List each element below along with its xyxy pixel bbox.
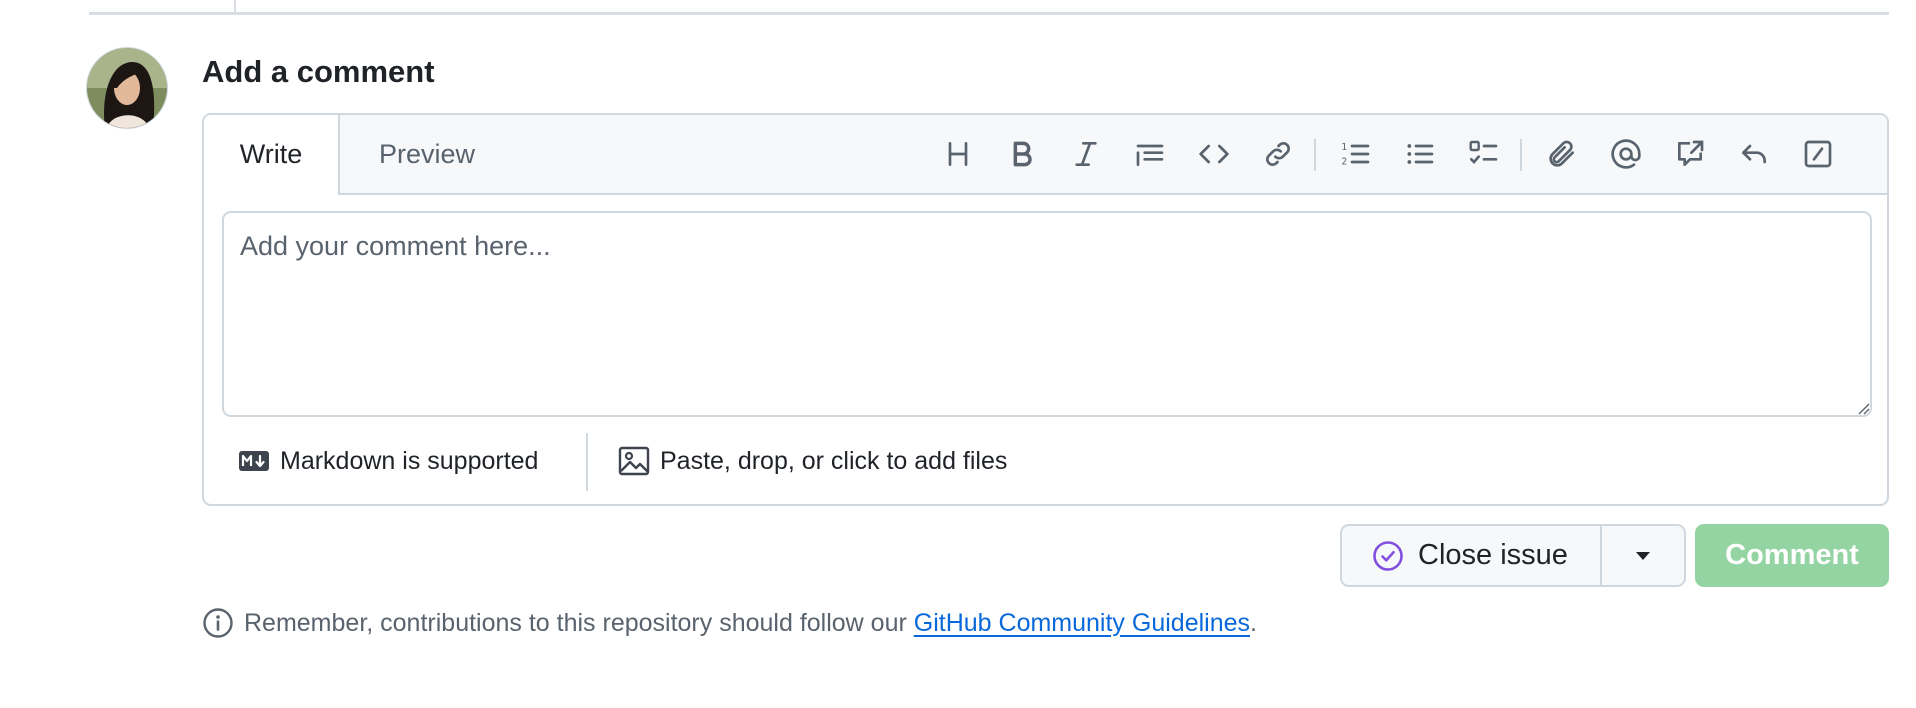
quote-icon <box>1136 144 1164 166</box>
list-ordered-icon: 12 <box>1341 142 1370 168</box>
svg-text:1: 1 <box>1341 142 1347 153</box>
info-icon <box>203 608 233 638</box>
markdown-supported-link[interactable]: Markdown is supported <box>238 441 538 481</box>
heading-button[interactable] <box>940 136 976 172</box>
add-files-label: Paste, drop, or click to add files <box>660 446 1008 475</box>
close-issue-label: Close issue <box>1418 539 1568 571</box>
tab-preview[interactable]: Preview <box>340 115 514 193</box>
note-prefix: Remember, contributions to this reposito… <box>244 608 914 637</box>
reference-button[interactable] <box>1672 136 1708 172</box>
tasklist-icon <box>1469 140 1498 164</box>
image-icon <box>618 446 650 476</box>
task-list-button[interactable] <box>1466 136 1502 172</box>
quote-button[interactable] <box>1132 136 1168 172</box>
paperclip-icon <box>1549 140 1574 167</box>
link-button[interactable] <box>1260 136 1296 172</box>
reply-icon <box>1742 144 1766 164</box>
link-icon <box>1266 142 1290 166</box>
comment-button[interactable]: Comment <box>1695 524 1889 587</box>
note-suffix: . <box>1250 608 1257 637</box>
code-icon <box>1199 144 1229 164</box>
avatar[interactable] <box>87 48 167 128</box>
code-button[interactable] <box>1196 136 1232 172</box>
svg-text:2: 2 <box>1341 157 1347 168</box>
slash-icon <box>1804 140 1832 168</box>
toolbar-divider <box>1314 139 1316 171</box>
markdown-icon <box>239 451 269 471</box>
toolbar-divider <box>1520 139 1522 171</box>
triangle-down-icon <box>1636 551 1650 560</box>
comment-textarea[interactable] <box>222 211 1872 417</box>
community-guidelines-link[interactable]: GitHub Community Guidelines <box>914 609 1250 638</box>
mention-icon <box>1611 139 1641 169</box>
page-title: Add a comment <box>202 54 435 89</box>
footer-divider <box>586 433 588 491</box>
guidelines-note: Remember, contributions to this reposito… <box>202 604 1257 642</box>
numbered-list-button[interactable]: 12 <box>1338 136 1374 172</box>
mention-button[interactable] <box>1608 136 1644 172</box>
add-files-button[interactable]: Paste, drop, or click to add files <box>618 441 1007 481</box>
attach-button[interactable] <box>1544 136 1580 172</box>
cross-reference-icon <box>1678 140 1704 166</box>
comment-editor: Write Preview 12 Add your comment here..… <box>202 113 1889 506</box>
check-circle-icon <box>1373 540 1403 571</box>
markdown-label: Markdown is supported <box>280 446 539 475</box>
heading-icon <box>948 142 968 166</box>
editor-header: Write Preview 12 <box>204 115 1887 195</box>
close-issue-button[interactable]: Close issue <box>1340 524 1602 587</box>
timeline-divider <box>89 12 1889 15</box>
list-unordered-icon <box>1407 144 1434 164</box>
bold-button[interactable] <box>1004 136 1040 172</box>
tab-write[interactable]: Write <box>204 115 340 195</box>
italic-button[interactable] <box>1068 136 1104 172</box>
unordered-list-button[interactable] <box>1402 136 1438 172</box>
close-options-dropdown[interactable] <box>1600 524 1686 587</box>
bold-icon <box>1013 141 1032 167</box>
slash-commands-button[interactable] <box>1800 136 1836 172</box>
timeline-connector <box>234 0 236 12</box>
saved-replies-button[interactable] <box>1736 136 1772 172</box>
avatar-image <box>87 48 167 128</box>
italic-icon <box>1075 142 1097 166</box>
